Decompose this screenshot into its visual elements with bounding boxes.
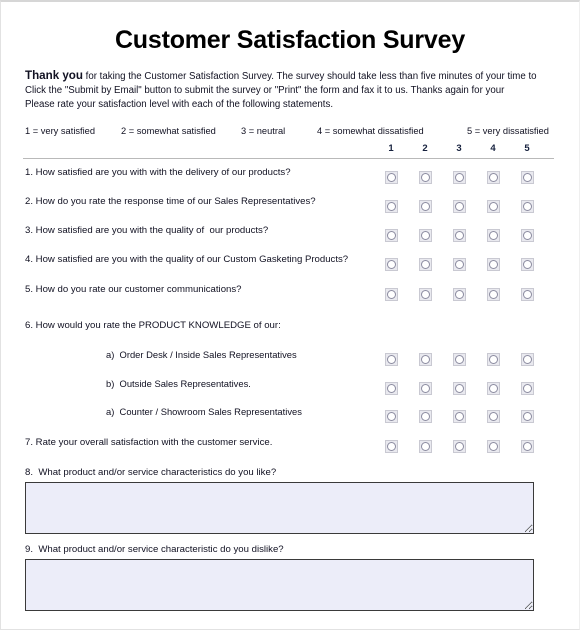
rating-column-headers: 1 2 3 4 5 — [23, 143, 557, 159]
rating-row-question-3 — [23, 229, 557, 243]
intro-line-3: Please rate your satisfaction level with… — [25, 99, 334, 111]
radio-q3-4[interactable] — [487, 229, 500, 242]
radio-q5-4[interactable] — [487, 288, 500, 301]
radio-q6a-3[interactable] — [453, 353, 466, 366]
radio-q6c-1[interactable] — [385, 410, 398, 423]
scale-legend-2: 2 = somewhat satisfied — [121, 126, 216, 136]
scale-legend: 1 = very satisfied 2 = somewhat satisfie… — [25, 126, 577, 140]
radio-q6a-1[interactable] — [385, 353, 398, 366]
intro-lead: Thank you — [25, 69, 83, 82]
radio-q5-3[interactable] — [453, 288, 466, 301]
radio-q6b-2[interactable] — [419, 382, 432, 395]
radio-q6a-2[interactable] — [419, 353, 432, 366]
answer-textarea-9[interactable] — [25, 559, 534, 611]
radio-q6a-4[interactable] — [487, 353, 500, 366]
survey-page: Customer Satisfaction Survey Thank you f… — [0, 0, 580, 630]
header-divider — [23, 158, 554, 159]
radio-q4-2[interactable] — [419, 258, 432, 271]
question-9-label: 9. What product and/or service character… — [25, 544, 284, 555]
radio-q5-2[interactable] — [419, 288, 432, 301]
radio-q6b-5[interactable] — [521, 382, 534, 395]
radio-q7-3[interactable] — [453, 440, 466, 453]
column-header-3: 3 — [456, 143, 462, 154]
scale-legend-3: 3 = neutral — [241, 126, 286, 136]
scale-legend-4: 4 = somewhat dissatisfied — [317, 126, 424, 136]
radio-q4-1[interactable] — [385, 258, 398, 271]
survey-sheet: Customer Satisfaction Survey Thank you f… — [23, 6, 557, 626]
radio-q1-4[interactable] — [487, 171, 500, 184]
intro-paragraph: Thank you for taking the Customer Satisf… — [25, 69, 577, 113]
radio-q2-5[interactable] — [521, 200, 534, 213]
page-title: Customer Satisfaction Survey — [114, 26, 466, 54]
radio-q3-5[interactable] — [521, 229, 534, 242]
radio-q7-4[interactable] — [487, 440, 500, 453]
radio-q7-2[interactable] — [419, 440, 432, 453]
radio-q4-4[interactable] — [487, 258, 500, 271]
scale-legend-1: 1 = very satisfied — [25, 126, 96, 136]
question-6-label: 6. How would you rate the PRODUCT KNOWLE… — [25, 320, 281, 331]
radio-q7-1[interactable] — [385, 440, 398, 453]
column-header-5: 5 — [524, 143, 530, 154]
rating-row-question-5 — [23, 288, 557, 302]
column-header-2: 2 — [422, 143, 428, 154]
radio-q6c-2[interactable] — [419, 410, 432, 423]
radio-q6b-1[interactable] — [385, 382, 398, 395]
radio-q3-1[interactable] — [385, 229, 398, 242]
radio-q6a-5[interactable] — [521, 353, 534, 366]
rating-row-question-6c — [23, 410, 557, 424]
rating-row-question-2 — [23, 200, 557, 214]
radio-q4-3[interactable] — [453, 258, 466, 271]
intro-line-1-rest: for taking the Customer Satisfaction Sur… — [82, 71, 537, 82]
rating-row-question-7 — [23, 440, 557, 454]
radio-q7-5[interactable] — [521, 440, 534, 453]
radio-q4-5[interactable] — [521, 258, 534, 271]
radio-q1-1[interactable] — [385, 171, 398, 184]
radio-q6b-3[interactable] — [453, 382, 466, 395]
radio-q2-1[interactable] — [385, 200, 398, 213]
radio-q3-2[interactable] — [419, 229, 432, 242]
scale-legend-5: 5 = very dissatisfied — [467, 126, 549, 136]
intro-line-2: Click the "Submit by Email" button to su… — [25, 85, 505, 97]
radio-q1-3[interactable] — [453, 171, 466, 184]
radio-q6c-4[interactable] — [487, 410, 500, 423]
rating-row-question-4 — [23, 258, 557, 272]
rating-row-question-6a — [23, 353, 557, 367]
radio-q5-5[interactable] — [521, 288, 534, 301]
rating-row-question-1 — [23, 171, 557, 185]
radio-q6c-5[interactable] — [521, 410, 534, 423]
column-header-1: 1 — [388, 143, 394, 154]
radio-q6c-3[interactable] — [453, 410, 466, 423]
radio-q1-2[interactable] — [419, 171, 432, 184]
radio-q2-2[interactable] — [419, 200, 432, 213]
intro-line-1: Thank you for taking the Customer Satisf… — [25, 69, 577, 84]
column-header-4: 4 — [490, 143, 496, 154]
radio-q6b-4[interactable] — [487, 382, 500, 395]
radio-q2-3[interactable] — [453, 200, 466, 213]
rating-row-question-6b — [23, 382, 557, 396]
radio-q2-4[interactable] — [487, 200, 500, 213]
radio-q1-5[interactable] — [521, 171, 534, 184]
question-8-label: 8. What product and/or service character… — [25, 467, 277, 478]
answer-textarea-8[interactable] — [25, 482, 534, 534]
radio-q3-3[interactable] — [453, 229, 466, 242]
radio-q5-1[interactable] — [385, 288, 398, 301]
